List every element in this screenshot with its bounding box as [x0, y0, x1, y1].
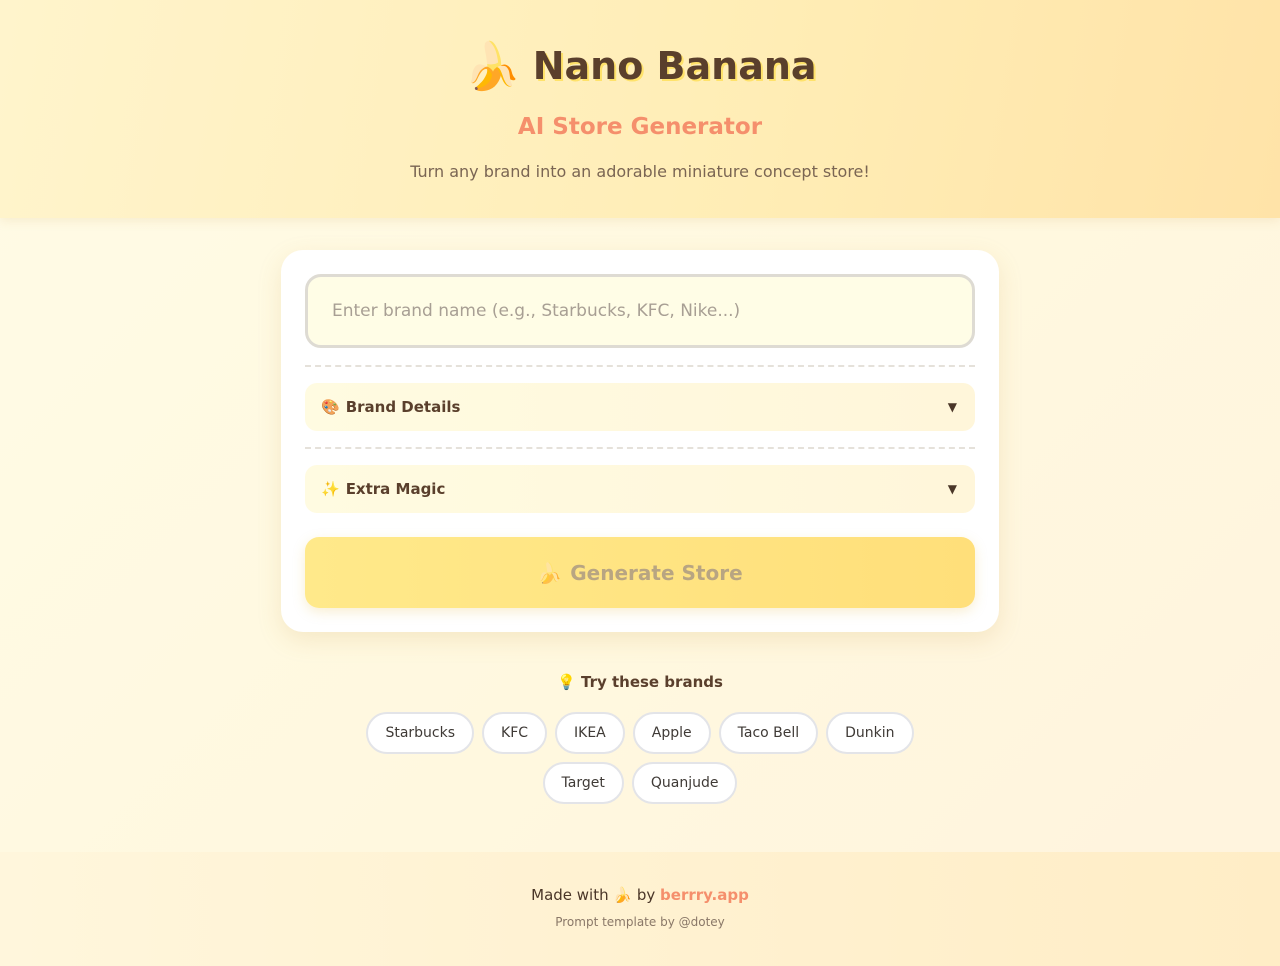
brand-chip-kfc[interactable]: KFC: [482, 712, 548, 754]
banana-icon: 🍌: [537, 560, 563, 585]
brand-chip-starbucks[interactable]: Starbucks: [366, 712, 475, 754]
made-with-prefix: Made with: [531, 886, 609, 904]
section-label: ✨ Extra Magic: [321, 480, 445, 498]
page-subtitle: AI Store Generator: [517, 114, 763, 140]
lightbulb-icon: 💡: [557, 673, 576, 691]
page-title: Nano Banana: [532, 44, 817, 88]
divider: [305, 447, 975, 449]
brand-chip-quanjude[interactable]: Quanjude: [631, 762, 738, 804]
caret-down-icon: ▼: [947, 400, 957, 414]
generate-store-label: Generate Store: [570, 560, 743, 585]
title-row: 🍌 Nano Banana: [0, 36, 1280, 96]
footer: Made with 🍌 by berrry.app Prompt templat…: [0, 852, 1280, 966]
tagline: Turn any brand into an adorable miniatur…: [410, 162, 870, 181]
suggestions-title-text: Try these brands: [580, 673, 723, 691]
brand-chip-apple[interactable]: Apple: [632, 712, 711, 754]
generate-store-button[interactable]: 🍌 Generate Store: [305, 537, 975, 608]
by-text: by: [636, 886, 656, 904]
caret-down-icon: ▼: [947, 482, 957, 496]
brand-suggestions: Starbucks KFC IKEA Apple Taco Bell Dunki…: [330, 712, 950, 804]
made-with-line: Made with 🍌 by berrry.app: [0, 886, 1280, 904]
section-label: 🎨 Brand Details: [321, 398, 460, 416]
berrry-app-link[interactable]: berrry.app: [660, 886, 749, 904]
brand-chip-target[interactable]: Target: [542, 762, 624, 804]
prompt-credit: Prompt template by @dotey: [555, 915, 725, 929]
suggestions-title: 💡 Try these brands: [0, 673, 1280, 691]
brand-chip-dunkin[interactable]: Dunkin: [826, 712, 914, 754]
generator-card: 🎨 Brand Details ▼ ✨ Extra Magic ▼ 🍌 Gene…: [281, 250, 999, 632]
extra-magic-label: Extra Magic: [345, 480, 446, 498]
brand-chip-ikea[interactable]: IKEA: [555, 712, 625, 754]
banana-icon: 🍌: [613, 886, 633, 904]
header: 🍌 Nano Banana AI Store Generator Turn an…: [0, 0, 1280, 218]
palette-icon: 🎨: [321, 398, 340, 416]
divider: [305, 365, 975, 367]
brand-details-label: Brand Details: [345, 398, 461, 416]
sparkles-icon: ✨: [321, 480, 340, 498]
extra-magic-toggle[interactable]: ✨ Extra Magic ▼: [305, 465, 975, 513]
brand-chip-taco-bell[interactable]: Taco Bell: [718, 712, 819, 754]
brand-name-input[interactable]: [305, 274, 975, 348]
brand-details-toggle[interactable]: 🎨 Brand Details ▼: [305, 383, 975, 431]
banana-icon: 🍌: [463, 39, 521, 93]
